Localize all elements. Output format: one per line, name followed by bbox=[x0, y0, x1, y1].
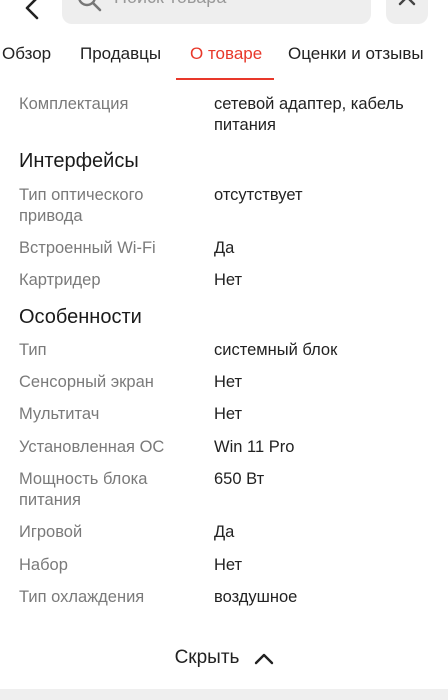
spec-key: Мощность блока питания bbox=[19, 470, 148, 509]
search-placeholder: Поиск товара bbox=[114, 0, 226, 16]
spec-key: Тип охлаждения bbox=[19, 588, 145, 606]
spec-key: Установленная ОС bbox=[19, 438, 165, 456]
spec-key: Игровой bbox=[19, 523, 83, 541]
spec-value: Нет bbox=[214, 405, 243, 423]
spec-value: системный блок bbox=[214, 341, 338, 359]
tab-about-product[interactable]: О товаре bbox=[190, 44, 262, 64]
top-bar: Поиск товара bbox=[0, 0, 448, 28]
bottom-divider bbox=[0, 689, 448, 700]
tab-bar: Обзор Продавцы О товаре Оценки и отзывы bbox=[0, 36, 448, 82]
tab-reviews[interactable]: Оценки и отзывы bbox=[288, 44, 424, 64]
search-icon bbox=[78, 0, 102, 12]
chevron-up-icon bbox=[255, 653, 274, 665]
spec-key: Тип оптического привода bbox=[19, 186, 144, 225]
spec-value: Win 11 Pro bbox=[214, 438, 295, 456]
spec-value: Да bbox=[214, 523, 235, 541]
spec-key: Мультитач bbox=[19, 405, 100, 423]
active-tab-indicator bbox=[176, 78, 274, 80]
spec-key: Встроенный Wi-Fi bbox=[19, 239, 156, 257]
spec-value: 650 Вт bbox=[214, 470, 265, 488]
hide-button[interactable]: Скрыть bbox=[150, 640, 300, 676]
spec-value: отсутствует bbox=[214, 186, 303, 204]
search-input[interactable]: Поиск товара bbox=[62, 0, 371, 24]
spec-key: Набор bbox=[19, 556, 68, 574]
section-title: Интерфейсы bbox=[19, 150, 139, 172]
spec-key: Тип bbox=[19, 341, 47, 359]
product-page: Поиск товара Обзор Продавцы О товаре Оце… bbox=[0, 0, 448, 700]
tab-overview[interactable]: Обзор bbox=[2, 44, 51, 64]
tab-sellers[interactable]: Продавцы bbox=[80, 44, 161, 64]
close-button[interactable] bbox=[386, 0, 428, 24]
spec-key: Комплектация bbox=[19, 95, 129, 113]
spec-value: Нет bbox=[214, 373, 243, 391]
spec-value: Да bbox=[214, 239, 235, 257]
spec-key: Картридер bbox=[19, 271, 101, 289]
spec-value: сетевой адаптер, кабель питания bbox=[214, 95, 404, 134]
spec-value: Нет bbox=[214, 271, 243, 289]
spec-value: воздушное bbox=[214, 588, 298, 606]
hide-button-label: Скрыть bbox=[174, 647, 240, 668]
back-button[interactable] bbox=[18, 0, 48, 24]
spec-key: Сенсорный экран bbox=[19, 373, 154, 391]
close-icon bbox=[398, 0, 416, 6]
section-title: Особенности bbox=[19, 306, 142, 328]
spec-value: Нет bbox=[214, 556, 243, 574]
arrow-left-icon bbox=[25, 0, 39, 20]
